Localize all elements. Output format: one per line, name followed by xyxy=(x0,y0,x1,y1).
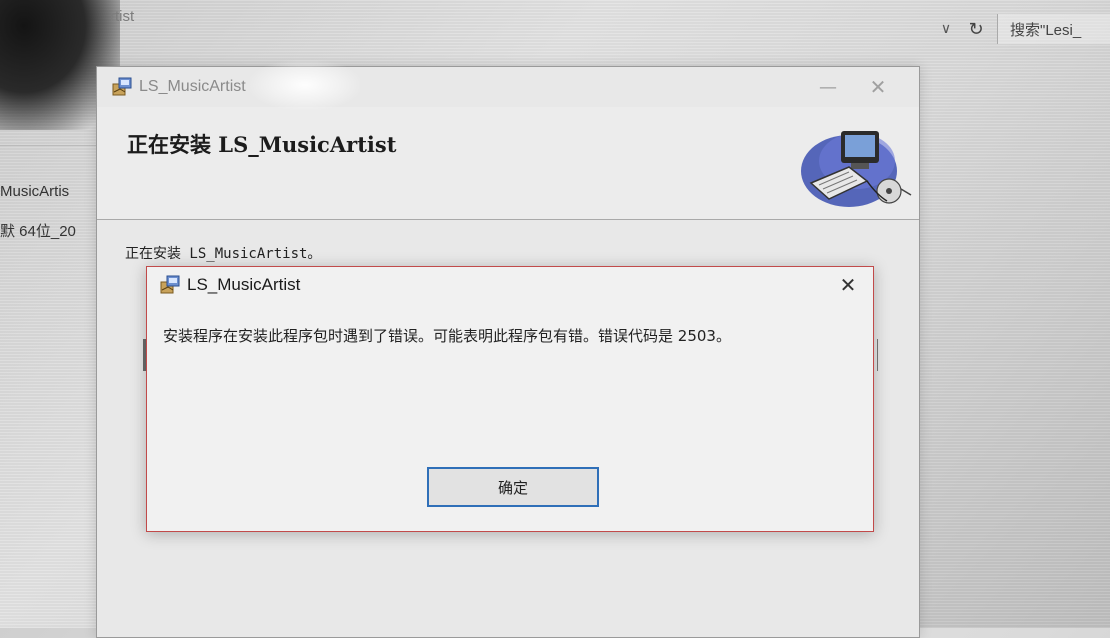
close-button[interactable]: ✕ xyxy=(833,271,863,299)
search-input[interactable]: 搜索"Lesi_ xyxy=(997,14,1110,44)
ok-button[interactable]: 确定 xyxy=(427,467,599,507)
installer-titlebar[interactable]: LS_MusicArtist — ✕ xyxy=(97,67,919,107)
error-dialog-title: LS_MusicArtist xyxy=(187,275,301,294)
installer-package-icon xyxy=(159,274,181,296)
close-button[interactable]: ✕ xyxy=(863,73,893,101)
installer-header: 正在安装 LS_MusicArtist xyxy=(97,107,919,220)
explorer-title: rtist xyxy=(110,8,135,25)
header-title: 正在安装 LS_MusicArtist xyxy=(127,132,397,157)
install-status-text: 正在安装 LS_MusicArtist。 xyxy=(125,246,322,262)
file-description-cell: 默 64位_20 xyxy=(0,223,76,240)
explorer-toolbar: ∨ ↻ 搜索"Lesi_ xyxy=(937,14,1110,44)
chevron-down-icon[interactable]: ∨ xyxy=(937,21,955,37)
explorer-divider xyxy=(0,145,96,146)
computer-setup-icon xyxy=(789,109,919,214)
installer-title: LS_MusicArtist xyxy=(139,78,246,95)
error-dialog: LS_MusicArtist ✕ 安装程序在安装此程序包时遇到了错误。可能表明此… xyxy=(146,266,874,532)
file-name-cell[interactable]: MusicArtis xyxy=(0,183,96,200)
refresh-icon[interactable]: ↻ xyxy=(965,19,987,40)
installer-package-icon xyxy=(111,76,133,98)
error-dialog-titlebar[interactable]: LS_MusicArtist ✕ xyxy=(147,267,873,303)
minimize-button[interactable]: — xyxy=(813,73,843,101)
error-message: 安装程序在安装此程序包时遇到了错误。可能表明此程序包有错。错误代码是 2503。 xyxy=(163,327,731,345)
